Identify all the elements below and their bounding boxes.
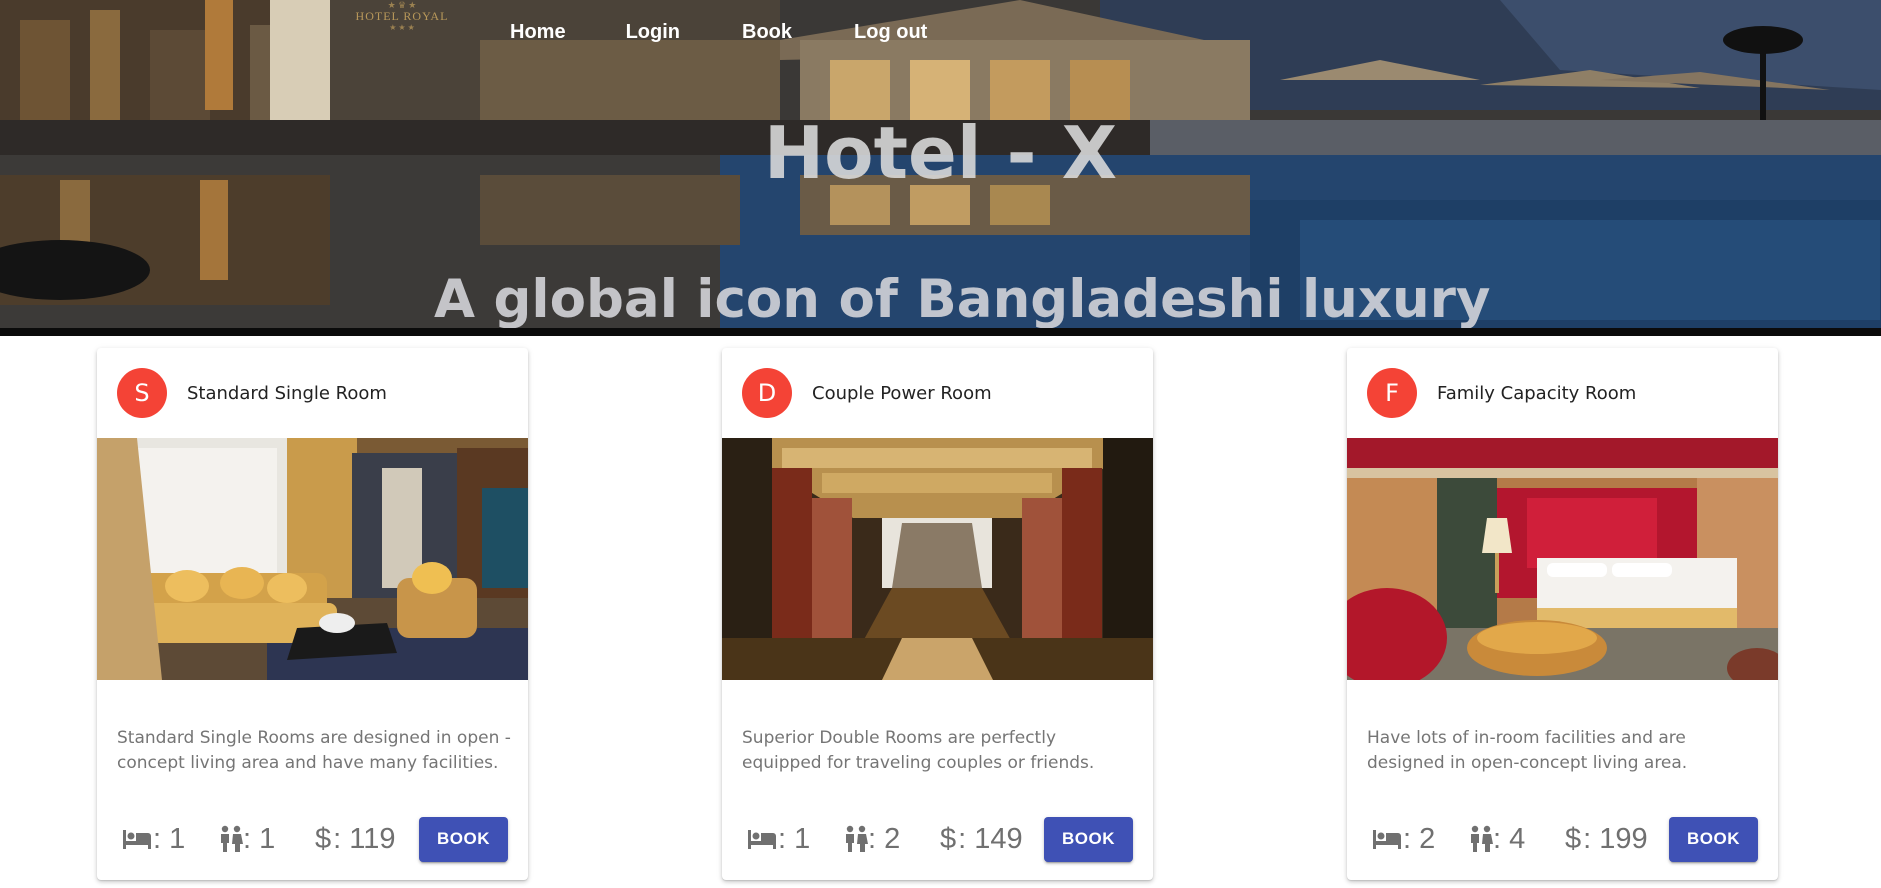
book-button[interactable]: BOOK: [1044, 816, 1133, 862]
hero-banner: ★ ♛ ★ HOTEL ROYAL ★ ★ ★ Home Login Book …: [0, 0, 1881, 336]
price-value: : 199: [1583, 822, 1648, 855]
card-header: D Couple Power Room: [722, 348, 1153, 438]
price-value: : 119: [333, 822, 396, 855]
price-stat: $ : 199: [1565, 823, 1669, 856]
room-description: Have lots of in-room facilities and are …: [1367, 728, 1688, 773]
card-actions: : 2 : 4 $ : 199 BOOK: [1371, 816, 1766, 862]
guests-stat: : 1: [219, 823, 315, 856]
main-navigation: Home Login Book Log out: [510, 20, 927, 44]
nav-link-login[interactable]: Login: [626, 20, 680, 44]
room-image: [97, 438, 528, 680]
beds-count: : 2: [1403, 822, 1436, 855]
guests-stat: : 2: [844, 823, 940, 856]
people-icon: [844, 825, 868, 853]
room-avatar: S: [117, 368, 167, 418]
bed-icon: [1371, 827, 1403, 851]
beds-count: : 1: [778, 822, 811, 855]
room-description: Superior Double Rooms are perfectly equi…: [742, 728, 1095, 773]
beds-stat: : 1: [121, 823, 219, 856]
room-title: Couple Power Room: [812, 382, 992, 404]
dollar-icon: $: [940, 822, 957, 855]
logo-stars-mark: ★ ★ ★: [389, 23, 415, 32]
price-stat: $ : 149: [940, 823, 1044, 856]
hero-title: Hotel - X: [763, 111, 1118, 195]
logo-name: HOTEL ROYAL: [355, 9, 449, 23]
room-image: [722, 438, 1153, 680]
logo-crown-mark: ★ ♛ ★: [387, 0, 417, 10]
book-button[interactable]: BOOK: [419, 816, 508, 862]
room-description: Standard Single Rooms are designed in op…: [117, 728, 511, 773]
card-header: S Standard Single Room: [97, 348, 528, 438]
people-icon: [219, 825, 243, 853]
dollar-icon: $: [315, 822, 332, 855]
room-title: Family Capacity Room: [1437, 382, 1637, 404]
room-card-family-capacity: F Family Capacity Room Have lots of in-r…: [1347, 348, 1778, 880]
room-title: Standard Single Room: [187, 382, 387, 404]
guests-count: : 1: [243, 822, 276, 855]
card-actions: : 1 : 1 $ : 119 BOOK: [121, 816, 516, 862]
dollar-icon: $: [1565, 822, 1582, 855]
card-actions: : 1 : 2 $ : 149 BOOK: [746, 816, 1141, 862]
book-button[interactable]: BOOK: [1669, 816, 1758, 862]
hotel-logo[interactable]: ★ ♛ ★ HOTEL ROYAL ★ ★ ★: [352, 0, 452, 40]
bed-icon: [121, 827, 153, 851]
beds-stat: : 2: [1371, 823, 1469, 856]
beds-stat: : 1: [746, 823, 844, 856]
hero-divider: [0, 328, 1881, 336]
room-card-standard-single: S Standard Single Room Standard Single R…: [97, 348, 528, 880]
room-avatar: D: [742, 368, 792, 418]
hero-subtitle: A global icon of Bangladeshi luxury: [434, 269, 1491, 330]
card-header: F Family Capacity Room: [1347, 348, 1778, 438]
guests-stat: : 4: [1469, 823, 1565, 856]
price-value: : 149: [958, 822, 1023, 855]
nav-link-logout[interactable]: Log out: [854, 20, 927, 44]
room-image: [1347, 438, 1778, 680]
guests-count: : 2: [868, 822, 901, 855]
nav-link-book[interactable]: Book: [742, 20, 792, 44]
guests-count: : 4: [1493, 822, 1526, 855]
nav-link-home[interactable]: Home: [510, 20, 566, 44]
beds-count: : 1: [153, 822, 186, 855]
bed-icon: [746, 827, 778, 851]
price-stat: $ : 119: [315, 823, 419, 856]
room-card-couple-power: D Couple Power Room Superior Double Room…: [722, 348, 1153, 880]
room-avatar: F: [1367, 368, 1417, 418]
people-icon: [1469, 825, 1493, 853]
